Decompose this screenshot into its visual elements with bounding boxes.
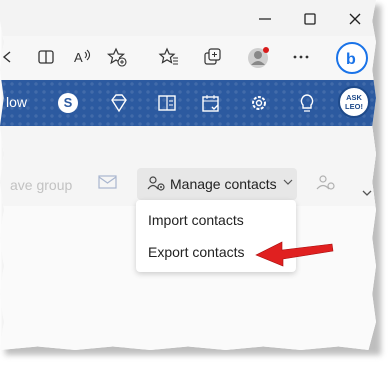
minimize-icon[interactable] bbox=[255, 9, 275, 29]
menu-item-import-contacts[interactable]: Import contacts bbox=[136, 204, 296, 236]
profile-icon[interactable] bbox=[247, 46, 269, 68]
read-aloud-icon[interactable]: A bbox=[71, 46, 93, 68]
diamond-icon[interactable] bbox=[108, 92, 130, 114]
svg-text:A: A bbox=[74, 50, 83, 65]
manage-contacts-button[interactable]: Manage contacts bbox=[137, 168, 297, 200]
collections-icon[interactable] bbox=[201, 46, 223, 68]
app-header-banner: low S bbox=[0, 80, 376, 126]
office-icon[interactable] bbox=[156, 92, 178, 114]
calendar-check-icon[interactable] bbox=[200, 92, 222, 114]
red-arrow-annotation bbox=[255, 241, 334, 267]
people-settings-icon bbox=[147, 174, 167, 194]
screenshot-frame: A b low S ASK LEO! ave group Manage cont… bbox=[0, 0, 376, 350]
menu-item-label: Import contacts bbox=[148, 212, 244, 228]
save-group-label: ave group bbox=[10, 177, 73, 193]
svg-text:ASK: ASK bbox=[346, 93, 362, 102]
window-titlebar bbox=[0, 0, 376, 36]
favorite-add-icon[interactable] bbox=[106, 46, 128, 68]
ask-leo-logo: ASK LEO! bbox=[338, 86, 370, 118]
mail-icon[interactable] bbox=[98, 174, 118, 190]
split-screen-icon[interactable] bbox=[35, 46, 57, 68]
settings-icon[interactable] bbox=[248, 92, 270, 114]
back-partial-icon[interactable] bbox=[0, 46, 22, 68]
banner-partial-text: low bbox=[6, 94, 28, 110]
svg-text:b: b bbox=[346, 51, 356, 68]
maximize-icon[interactable] bbox=[300, 9, 320, 29]
bing-icon[interactable]: b bbox=[336, 42, 368, 74]
contact-add-icon[interactable] bbox=[316, 174, 336, 196]
scroll-chevron-icon[interactable] bbox=[362, 189, 372, 200]
more-options-icon[interactable] bbox=[290, 46, 312, 68]
browser-toolbar: A b bbox=[0, 36, 376, 80]
favorites-icon[interactable] bbox=[158, 46, 180, 68]
lightbulb-icon[interactable] bbox=[296, 92, 318, 114]
menu-item-label: Export contacts bbox=[148, 244, 245, 260]
svg-text:LEO!: LEO! bbox=[345, 102, 363, 111]
chevron-down-icon bbox=[283, 177, 293, 190]
skype-icon[interactable]: S bbox=[58, 93, 78, 113]
close-icon[interactable] bbox=[345, 9, 365, 29]
manage-contacts-label: Manage contacts bbox=[170, 176, 277, 192]
